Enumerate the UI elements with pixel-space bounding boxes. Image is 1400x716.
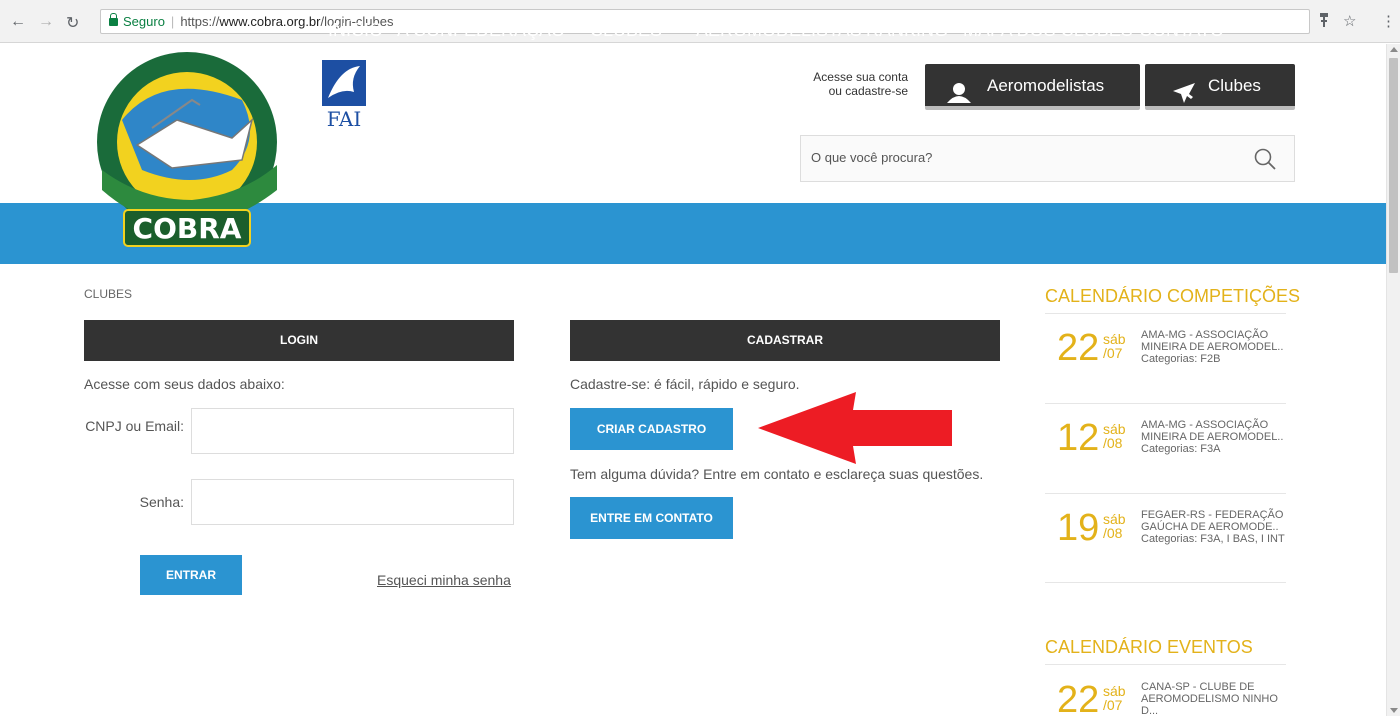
user-icon <box>947 76 971 120</box>
aeromodelistas-button[interactable]: Aeromodelistas <box>925 64 1140 110</box>
forward-icon[interactable]: → <box>38 13 54 31</box>
criar-cadastro-button[interactable]: CRIAR CADASTRO <box>570 408 733 450</box>
search-input[interactable] <box>811 150 1231 165</box>
search-icon[interactable] <box>1254 148 1276 175</box>
account-prompt: Acesse sua conta ou cadastre-se <box>780 70 908 98</box>
scroll-up-icon[interactable] <box>1390 47 1398 52</box>
event-info: CANA-SP - CLUBE DE AEROMODELISMO NINHO D… <box>1141 681 1286 716</box>
clubes-label: Clubes <box>1208 76 1261 95</box>
divider <box>1045 403 1286 404</box>
calendario-eventos-title: CALENDÁRIO EVENTOS <box>1045 637 1253 657</box>
account-prompt-line2: ou cadastre-se <box>828 84 908 98</box>
event-categories: Categorias: F3A, I BAS, I INT <box>1141 533 1285 545</box>
reload-icon[interactable]: ↻ <box>66 13 79 33</box>
chevron-down-icon <box>667 22 678 33</box>
entrar-button[interactable]: ENTRAR <box>140 555 242 595</box>
cnpj-email-field[interactable] <box>191 408 514 454</box>
menu-dots-icon[interactable]: ⋮ <box>1381 12 1396 30</box>
cobra-logo[interactable]: COBRA <box>82 50 297 248</box>
event-info: AMA-MG - ASSOCIAÇÃO MINEIRA DE AEROMODEL… <box>1141 329 1286 365</box>
event-month: /07 <box>1103 345 1123 361</box>
competition-item[interactable]: 22 sáb /07 AMA-MG - ASSOCIAÇÃO MINEIRA D… <box>1045 329 1286 389</box>
nav-confederacao-label: A CONFEDERAÇÃO <box>397 20 566 40</box>
divider <box>1045 493 1286 494</box>
event-title: AMA-MG - ASSOCIAÇÃO MINEIRA DE AEROMODEL… <box>1141 329 1284 353</box>
event-month: /08 <box>1103 435 1123 451</box>
event-categories: Categorias: F3A <box>1141 443 1221 455</box>
nav-clubes-label: CLUBES <box>590 20 663 40</box>
nav-contato[interactable]: CONTATO <box>1139 20 1224 41</box>
event-info: AMA-MG - ASSOCIAÇÃO MINEIRA DE AEROMODEL… <box>1141 419 1286 455</box>
fai-logo-text: FAI <box>327 107 361 130</box>
nav-clubes[interactable]: CLUBES <box>590 20 678 41</box>
cnpj-label: CNPJ ou Email: <box>85 418 184 434</box>
event-title: FEGAER-RS - FEDERAÇÃO GAÚCHA DE AEROMODE… <box>1141 509 1284 533</box>
event-item[interactable]: 22 sáb /07 CANA-SP - CLUBE DE AEROMODELI… <box>1045 681 1286 716</box>
key-icon[interactable] <box>1318 12 1330 32</box>
fai-logo[interactable]: FAI <box>320 58 368 131</box>
competition-item[interactable]: 19 sáb /08 FEGAER-RS - FEDERAÇÃO GAÚCHA … <box>1045 509 1286 579</box>
calendario-competicoes-title: CALENDÁRIO COMPETIÇÕES <box>1045 286 1301 306</box>
login-intro: Acesse com seus dados abaixo: <box>84 376 285 392</box>
back-icon[interactable]: ← <box>10 13 26 31</box>
red-arrow-annotation <box>756 390 956 471</box>
event-month: /08 <box>1103 525 1123 541</box>
url-prefix: https:// <box>180 14 220 29</box>
chevron-down-icon <box>570 22 581 33</box>
divider <box>1045 582 1286 583</box>
nav-ranking[interactable]: RANKING <box>866 20 948 41</box>
password-field[interactable] <box>191 479 514 525</box>
url-domain: www.cobra.org.br <box>219 14 321 29</box>
event-categories: Categorias: F2B <box>1141 353 1221 365</box>
cobra-logo-text: COBRA <box>133 212 242 245</box>
aeromodelistas-label: Aeromodelistas <box>987 76 1105 95</box>
event-day: 22 <box>1057 681 1100 716</box>
page-scrollbar[interactable] <box>1386 44 1400 716</box>
cadastrar-heading: CADASTRAR <box>570 320 1000 361</box>
event-info: FEGAER-RS - FEDERAÇÃO GAÚCHA DE AEROMODE… <box>1141 509 1286 545</box>
nav-inicio[interactable]: INÍCIO <box>328 20 383 41</box>
forgot-password-link[interactable]: Esqueci minha senha <box>377 572 511 588</box>
nav-aeromodelistas[interactable]: AEROMODELISTAS <box>696 20 862 41</box>
competition-item[interactable]: 12 sáb /08 AMA-MG - ASSOCIAÇÃO MINEIRA D… <box>1045 419 1286 479</box>
scroll-down-icon[interactable] <box>1390 708 1398 713</box>
nav-mapa-clubes[interactable]: MAPA DOS CLUBES <box>963 20 1133 41</box>
entre-em-contato-button[interactable]: ENTRE EM CONTATO <box>570 497 733 539</box>
bookmark-star-icon[interactable]: ☆ <box>1343 12 1356 30</box>
airplane-icon <box>1173 76 1195 120</box>
lock-icon <box>109 13 118 26</box>
event-title: CANA-SP - CLUBE DE AEROMODELISMO NINHO D… <box>1141 681 1278 716</box>
divider <box>1045 664 1286 665</box>
search-box <box>800 135 1295 182</box>
scroll-thumb[interactable] <box>1389 58 1398 273</box>
clubes-button[interactable]: Clubes <box>1145 64 1295 110</box>
event-month: /07 <box>1103 697 1123 713</box>
event-day: 19 <box>1057 507 1100 549</box>
breadcrumb: CLUBES <box>84 287 133 301</box>
login-heading: LOGIN <box>84 320 514 361</box>
secure-label: Seguro <box>123 14 165 29</box>
event-day: 22 <box>1057 327 1100 369</box>
nav-confederacao[interactable]: A CONFEDERAÇÃO <box>397 20 581 41</box>
event-title: AMA-MG - ASSOCIAÇÃO MINEIRA DE AEROMODEL… <box>1141 419 1284 443</box>
event-day: 12 <box>1057 417 1100 459</box>
divider <box>1045 313 1286 314</box>
account-prompt-line1: Acesse sua conta <box>813 70 908 84</box>
senha-label: Senha: <box>139 494 184 510</box>
